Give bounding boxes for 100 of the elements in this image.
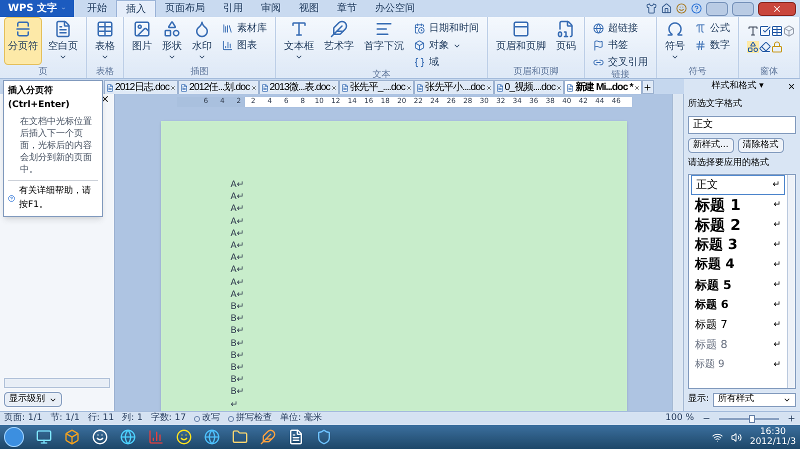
text-field-icon[interactable] xyxy=(747,25,759,37)
ribbon-button[interactable]: 艺术字 xyxy=(320,17,358,65)
vertical-scrollbar[interactable] xyxy=(672,94,684,411)
style-list-item[interactable]: 标题 5 ↵ xyxy=(691,275,785,295)
caret-icon xyxy=(59,53,67,61)
ribbon-button[interactable]: 表格 xyxy=(91,17,119,65)
help-icon[interactable] xyxy=(691,3,702,14)
document-tab[interactable]: 2012任...划.doc xyxy=(178,80,259,94)
ribbon-button[interactable]: 形状 xyxy=(158,17,186,65)
style-list-item[interactable]: 正文 ↵ xyxy=(691,175,785,195)
menu-tab[interactable]: 办公空间 xyxy=(366,0,424,17)
style-list-item[interactable]: 标题 2 ↵ xyxy=(691,215,785,235)
ribbon-button[interactable]: 页眉和页脚 xyxy=(492,17,550,65)
ribbon-button[interactable]: 图片 xyxy=(128,17,156,65)
ribbon-button[interactable]: 图表 xyxy=(218,38,271,53)
menu-tab[interactable]: 审阅 xyxy=(252,0,290,17)
close-icon[interactable] xyxy=(556,84,562,90)
eraser-icon[interactable] xyxy=(759,41,771,53)
close-icon[interactable] xyxy=(406,84,412,90)
ribbon-button[interactable]: 水印 xyxy=(188,17,216,65)
clear-format-button[interactable]: 清除格式 xyxy=(738,138,784,152)
app-icon[interactable] xyxy=(36,429,52,445)
style-list-item[interactable]: 标题 4 ↵ xyxy=(691,255,785,275)
ribbon-button[interactable]: 数字 xyxy=(691,38,734,53)
ribbon-button[interactable]: 交叉引用 xyxy=(589,55,652,70)
document-tab[interactable]: 0_视频....doc xyxy=(494,80,564,94)
menu-tab[interactable]: 插入 xyxy=(116,0,156,17)
close-button[interactable] xyxy=(758,2,796,16)
style-list-item[interactable]: 标题 1 ↵ xyxy=(691,195,785,215)
ribbon-button[interactable]: 书签 xyxy=(589,38,652,53)
status-toggle[interactable]: 改写 xyxy=(194,412,220,426)
ribbon-button[interactable]: 超链接 xyxy=(589,21,652,36)
document-tab[interactable]: 2013微...表.doc xyxy=(258,80,339,94)
zoom-in-icon[interactable] xyxy=(787,414,796,423)
style-list-item[interactable]: 标题 7 ↵ xyxy=(691,315,785,335)
ribbon-button[interactable]: 公式 xyxy=(691,21,734,36)
document-tab[interactable]: 张先平_....doc xyxy=(338,80,414,94)
horizontal-scrollbar[interactable] xyxy=(4,378,110,388)
ribbon-button[interactable]: 日期和时间 xyxy=(410,21,483,36)
clock-time: 16:30 xyxy=(760,427,786,437)
app-icon[interactable] xyxy=(260,429,276,445)
document-tab[interactable]: 新建 Mi...doc * xyxy=(564,80,642,94)
folder-icon[interactable] xyxy=(232,429,248,445)
app-icon[interactable] xyxy=(204,429,220,445)
ribbon-button[interactable]: 素材库 xyxy=(218,21,271,36)
ribbon-button[interactable]: 域 xyxy=(410,55,483,70)
ribbon-button[interactable]: 分页符 xyxy=(4,17,42,65)
close-icon[interactable] xyxy=(100,94,110,104)
display-level-button[interactable]: 显示级别 xyxy=(4,392,62,407)
user-icon[interactable] xyxy=(676,3,687,14)
paragraph-text: B↵ xyxy=(230,302,244,312)
ribbon-icon xyxy=(330,20,348,38)
menu-tab[interactable]: 视图 xyxy=(290,0,328,17)
ribbon-button[interactable]: 首字下沉 xyxy=(360,17,408,65)
app-icon[interactable] xyxy=(120,429,136,445)
app-icon[interactable] xyxy=(64,429,80,445)
ribbon-icon xyxy=(290,20,308,38)
skin-icon[interactable] xyxy=(646,3,657,14)
ribbon-button[interactable]: 页码 xyxy=(552,17,580,65)
network-icon[interactable] xyxy=(712,432,723,442)
ribbon-button[interactable]: 对象 xyxy=(410,38,483,53)
ribbon-button[interactable]: 文本框 xyxy=(280,17,318,65)
selected-style-field[interactable]: 正文 xyxy=(688,116,796,134)
status-toggle[interactable]: 拼写检查 xyxy=(228,412,272,426)
ribbon-icon xyxy=(414,57,425,68)
style-list-item[interactable]: 标题 8 ↵ xyxy=(691,335,785,355)
list-scrollbar[interactable] xyxy=(787,175,795,388)
close-icon[interactable] xyxy=(250,84,257,90)
ribbon-button[interactable]: 空白页 xyxy=(44,17,82,65)
new-tab-button[interactable] xyxy=(642,80,654,94)
style-list-item[interactable]: 标题 6 ↵ xyxy=(691,295,785,315)
app-menu-button[interactable]: WPS 文字 xyxy=(0,0,74,17)
pane-title[interactable]: 样式和格式 ▾ xyxy=(688,80,787,94)
show-dropdown[interactable]: 所有样式 xyxy=(713,393,796,407)
close-icon[interactable] xyxy=(787,82,796,91)
style-list-item[interactable]: 标题 3 ↵ xyxy=(691,235,785,255)
document-icon xyxy=(180,84,188,92)
paragraph-text: B↵ xyxy=(230,314,244,324)
document-icon[interactable] xyxy=(288,429,304,445)
close-icon[interactable] xyxy=(330,84,337,90)
volume-icon[interactable] xyxy=(730,432,742,442)
shield-icon[interactable] xyxy=(316,429,332,445)
document-tab[interactable]: 张先平小....doc xyxy=(414,80,494,94)
caret-icon xyxy=(101,53,109,61)
home-icon[interactable] xyxy=(661,3,672,14)
menu-tab[interactable]: 引用 xyxy=(214,0,252,17)
close-icon[interactable] xyxy=(634,84,640,90)
document-tab[interactable]: 2012日志.doc xyxy=(104,80,178,94)
close-icon[interactable] xyxy=(486,84,492,90)
menu-tab[interactable]: 开始 xyxy=(78,0,116,17)
checkbox-icon[interactable] xyxy=(759,25,771,37)
menu-tab[interactable]: 页面布局 xyxy=(156,0,214,17)
new-style-button[interactable]: 新样式... xyxy=(688,138,734,152)
ribbon-icon xyxy=(222,40,233,51)
start-button[interactable] xyxy=(4,427,24,447)
ribbon-button[interactable]: 符号 xyxy=(661,17,689,65)
zoom-slider-thumb[interactable] xyxy=(749,414,755,422)
close-icon[interactable] xyxy=(170,84,176,90)
style-list-item[interactable]: 标题 9 ↵ xyxy=(691,355,785,375)
menu-tab[interactable]: 章节 xyxy=(328,0,366,17)
